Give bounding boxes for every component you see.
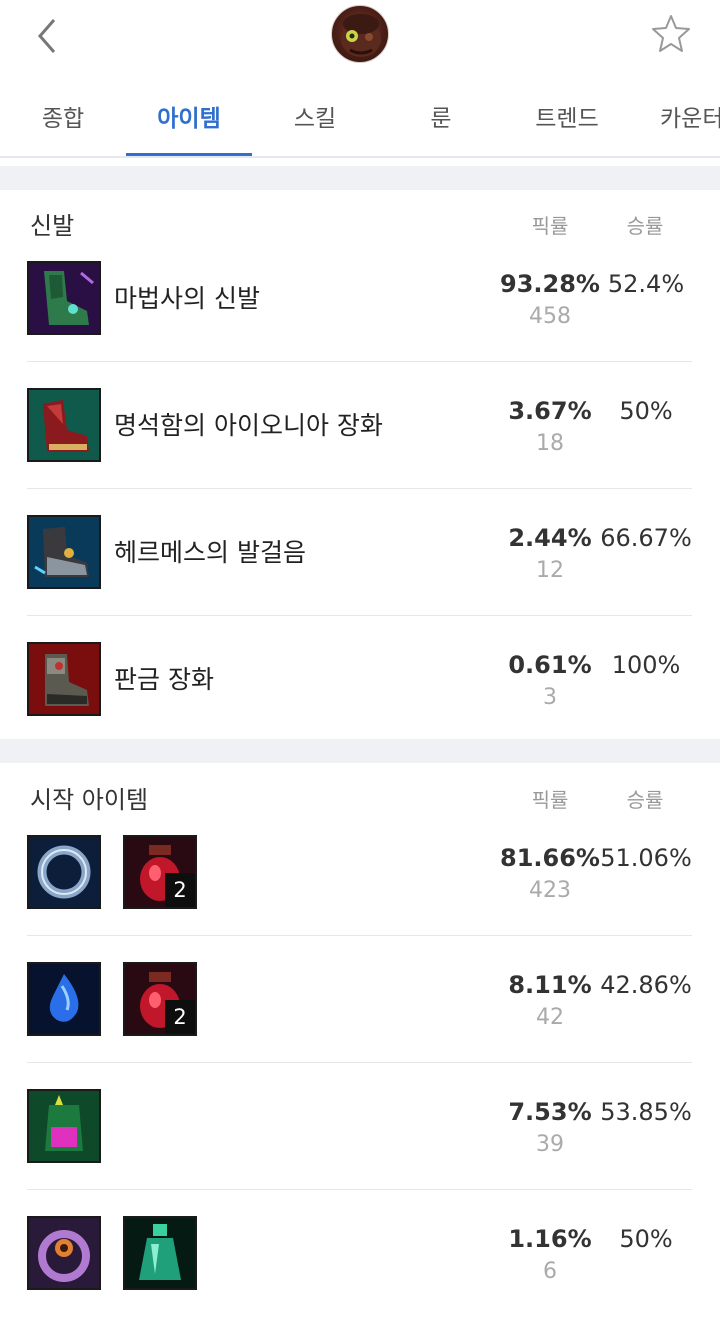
win-rate: 66.67% <box>600 524 692 552</box>
pick-rate: 7.53% <box>508 1098 592 1126</box>
game-count: 458 <box>529 304 571 329</box>
game-count: 3 <box>543 685 557 710</box>
pick-rate: 2.44% <box>508 524 592 552</box>
boots-row[interactable]: 헤르메스의 발걸음 2.44% 12 66.67% <box>27 489 692 616</box>
top-bar <box>0 0 720 80</box>
tab-overview[interactable]: 종합 <box>0 80 126 156</box>
star-outline-icon <box>652 15 690 52</box>
tab-items[interactable]: 아이템 <box>126 80 252 156</box>
boots-name: 마법사의 신발 <box>114 284 260 313</box>
game-count: 423 <box>529 878 571 903</box>
boots-name: 헤르메스의 발걸음 <box>114 538 306 567</box>
champion-avatar <box>331 5 389 63</box>
win-rate: 50% <box>619 1225 673 1253</box>
section-divider <box>0 166 720 190</box>
dark-seal-icon <box>27 1216 101 1290</box>
pick-rate: 0.61% <box>508 651 592 679</box>
ionian-boots-icon <box>27 388 101 462</box>
tear-of-the-goddess-icon <box>27 962 101 1036</box>
pick-rate: 93.28% <box>500 270 600 298</box>
refillable-potion-icon <box>123 1216 197 1290</box>
game-count: 6 <box>543 1259 557 1284</box>
champion-portrait-icon <box>341 14 381 57</box>
tab-runes[interactable]: 룬 <box>378 80 504 156</box>
starting-items-row[interactable]: 2 8.11% 42 42.86% <box>27 936 692 1063</box>
starting-items-row[interactable]: 1.16% 6 50% <box>27 1190 692 1317</box>
boots-row[interactable]: 마법사의 신발 93.28% 458 52.4% <box>27 235 692 362</box>
chevron-left-icon <box>38 19 56 53</box>
plated-steelcaps-icon <box>27 642 101 716</box>
win-rate: 51.06% <box>600 844 692 872</box>
item-quantity: 2 <box>165 873 195 907</box>
health-potion-icon: 2 <box>123 835 197 909</box>
game-count: 12 <box>536 558 564 583</box>
item-quantity: 2 <box>165 1000 195 1034</box>
boots-name: 명석함의 아이오니아 장화 <box>114 411 383 440</box>
favorite-button[interactable] <box>650 12 692 54</box>
section-divider <box>0 739 720 763</box>
win-rate: 100% <box>611 651 681 679</box>
back-button[interactable] <box>30 14 70 58</box>
corrupting-potion-icon <box>27 1089 101 1163</box>
pick-rate: 3.67% <box>508 397 592 425</box>
starting-items-row[interactable]: 7.53% 39 53.85% <box>27 1063 692 1190</box>
active-tab-indicator <box>126 153 252 156</box>
game-count: 39 <box>536 1132 564 1157</box>
win-rate: 42.86% <box>600 971 692 999</box>
game-count: 18 <box>536 431 564 456</box>
tab-bar: 종합 아이템 스킬 룬 트렌드 카운터 <box>0 80 720 158</box>
mercurys-treads-icon <box>27 515 101 589</box>
sorcerers-shoes-icon <box>27 261 101 335</box>
win-rate: 50% <box>619 397 673 425</box>
dorans-ring-icon <box>27 835 101 909</box>
game-count: 42 <box>536 1005 564 1030</box>
boots-row[interactable]: 명석함의 아이오니아 장화 3.67% 18 50% <box>27 362 692 489</box>
tab-skills[interactable]: 스킬 <box>252 80 378 156</box>
starting-items-row[interactable]: 2 81.66% 423 51.06% <box>27 809 692 936</box>
tab-counters[interactable]: 카운터 <box>630 80 720 156</box>
boots-name: 판금 장화 <box>114 665 214 694</box>
win-rate: 53.85% <box>600 1098 692 1126</box>
win-rate: 52.4% <box>607 270 685 298</box>
pick-rate: 1.16% <box>508 1225 592 1253</box>
tab-trends[interactable]: 트렌드 <box>504 80 630 156</box>
pick-rate: 8.11% <box>508 971 592 999</box>
pick-rate: 81.66% <box>500 844 600 872</box>
health-potion-icon: 2 <box>123 962 197 1036</box>
boots-row[interactable]: 판금 장화 0.61% 3 100% <box>27 616 692 743</box>
